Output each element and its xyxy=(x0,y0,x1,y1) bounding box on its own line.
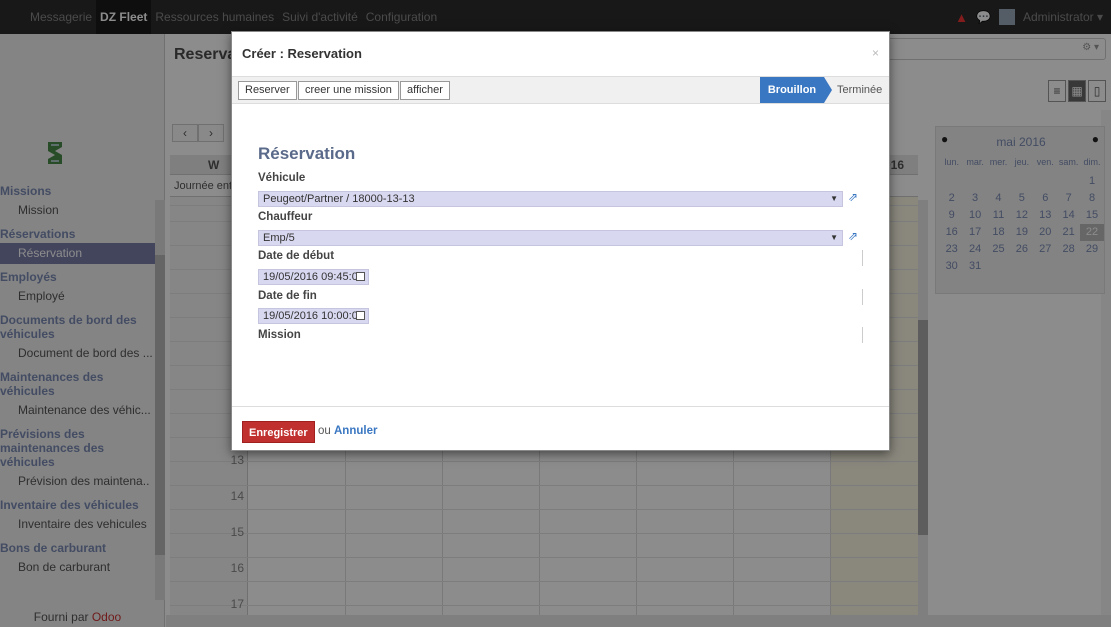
field-separator xyxy=(862,289,863,305)
cancel-link[interactable]: Annuler xyxy=(334,425,377,437)
dialog-footer: Enregistrer ou Annuler xyxy=(232,406,889,450)
create-mission-button[interactable]: creer une mission xyxy=(298,81,399,100)
afficher-button[interactable]: afficher xyxy=(400,81,450,100)
vehicule-value: Peugeot/Partner / 18000-13-13 xyxy=(263,193,415,205)
calendar-picker-icon[interactable] xyxy=(356,272,365,281)
external-link-icon[interactable]: ⇗ xyxy=(848,229,858,243)
chauffeur-label: Chauffeur xyxy=(258,211,313,223)
dropdown-arrow-icon[interactable]: ▼ xyxy=(830,231,838,245)
create-reservation-dialog: Créer : Reservation × Reserver creer une… xyxy=(231,31,890,451)
external-link-icon[interactable]: ⇗ xyxy=(848,190,858,204)
dialog-toolbar: Reserver creer une mission afficher Brou… xyxy=(232,76,889,104)
date-fin-value: 19/05/2016 10:00:00 xyxy=(263,310,364,322)
dialog-form: Réservation Véhicule Peugeot/Partner / 1… xyxy=(232,104,889,406)
dropdown-arrow-icon[interactable]: ▼ xyxy=(830,192,838,206)
save-button[interactable]: Enregistrer xyxy=(242,421,315,443)
or-label: ou xyxy=(318,425,331,437)
field-separator xyxy=(862,327,863,343)
date-debut-value: 19/05/2016 09:45:00 xyxy=(263,271,364,283)
date-debut-input[interactable]: 19/05/2016 09:45:00 xyxy=(258,269,369,285)
stage-arrow xyxy=(824,77,832,103)
date-fin-input[interactable]: 19/05/2016 10:00:00 xyxy=(258,308,369,324)
close-icon[interactable]: × xyxy=(872,46,879,60)
stage-brouillon[interactable]: Brouillon xyxy=(760,77,824,103)
dialog-title: Créer : Reservation xyxy=(242,46,362,61)
chauffeur-value: Emp/5 xyxy=(263,232,295,244)
vehicule-select[interactable]: Peugeot/Partner / 18000-13-13 ▼ xyxy=(258,191,843,207)
stage-terminee[interactable]: Terminée xyxy=(837,77,885,103)
date-debut-label: Date de début xyxy=(258,250,335,262)
cancel-row: ou Annuler xyxy=(318,425,377,437)
reserver-button[interactable]: Reserver xyxy=(238,81,297,100)
calendar-picker-icon[interactable] xyxy=(356,311,365,320)
date-fin-label: Date de fin xyxy=(258,290,317,302)
chauffeur-select[interactable]: Emp/5 ▼ xyxy=(258,230,843,246)
vehicule-label: Véhicule xyxy=(258,172,306,184)
mission-label: Mission xyxy=(258,329,301,341)
form-title: Réservation xyxy=(258,144,356,163)
field-separator xyxy=(862,250,863,266)
